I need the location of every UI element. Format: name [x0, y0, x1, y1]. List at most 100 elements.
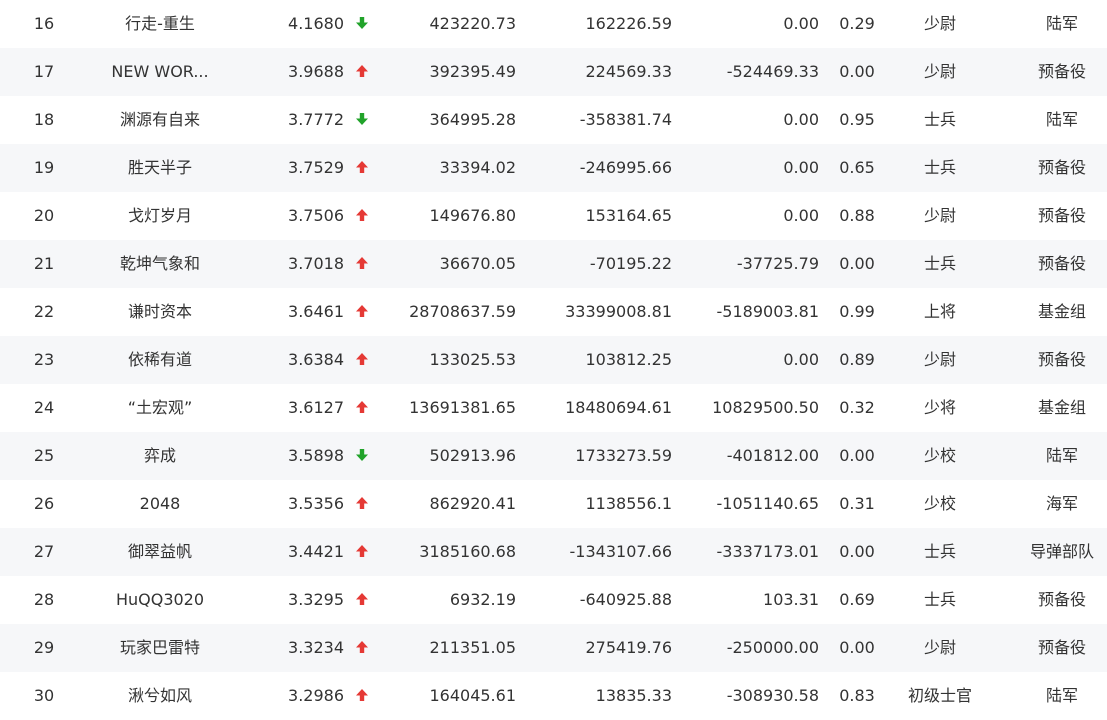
rank-cell: 27: [33, 542, 55, 561]
table-row[interactable]: 25 弈成 3.5898 502913.96 1733273.59 -40181…: [0, 432, 1107, 480]
value-3-cell: -5189003.81: [716, 302, 819, 321]
name-cell[interactable]: NEW WOR...: [100, 48, 220, 96]
value-1-cell: 164045.61: [429, 686, 516, 705]
ranking-table: 16 行走-重生 4.1680 423220.73 162226.59 0.00…: [0, 0, 1107, 720]
ratio-cell: 0.00: [839, 254, 875, 273]
name-cell[interactable]: 行走-重生: [100, 0, 220, 48]
table-row[interactable]: 21 乾坤气象和 3.7018 36670.05 -70195.22 -3772…: [0, 240, 1107, 288]
table-row[interactable]: 18 渊源有自来 3.7772 364995.28 -358381.74 0.0…: [0, 96, 1107, 144]
military-rank-cell: 初级士官: [907, 686, 972, 705]
rank-cell: 17: [33, 62, 55, 81]
name-cell[interactable]: 2048: [100, 480, 220, 528]
table-row[interactable]: 28 HuQQ3020 3.3295 6932.19 -640925.88 10…: [0, 576, 1107, 624]
branch-cell: 陆军: [1045, 446, 1078, 465]
military-rank-cell: 少校: [923, 494, 956, 513]
military-rank-cell: 少尉: [923, 350, 956, 369]
trend-cell: [352, 528, 372, 576]
value-1-cell: 502913.96: [429, 446, 516, 465]
value-1-cell: 392395.49: [429, 62, 516, 81]
rank-cell: 23: [33, 350, 55, 369]
rank-cell: 22: [33, 302, 55, 321]
ratio-cell: 0.00: [839, 542, 875, 561]
ratio-cell: 0.65: [839, 158, 875, 177]
ratio-cell: 0.29: [839, 14, 875, 33]
value-3-cell: 0.00: [783, 350, 819, 369]
table-row[interactable]: 19 胜天半子 3.7529 33394.02 -246995.66 0.00 …: [0, 144, 1107, 192]
table-row[interactable]: 29 玩家巴雷特 3.3234 211351.05 275419.76 -250…: [0, 624, 1107, 672]
value-1-cell: 862920.41: [429, 494, 516, 513]
value-2-cell: -640925.88: [579, 590, 672, 609]
name-cell[interactable]: 渊源有自来: [100, 96, 220, 144]
name-cell[interactable]: 弈成: [100, 432, 220, 480]
trend-cell: [352, 240, 372, 288]
score-cell: 3.7529: [288, 158, 344, 177]
branch-cell: 预备役: [1037, 350, 1086, 369]
rank-cell: 16: [33, 14, 55, 33]
name-cell[interactable]: 戈灯岁月: [100, 192, 220, 240]
table-row[interactable]: 24 “土宏观” 3.6127 13691381.65 18480694.61 …: [0, 384, 1107, 432]
name-cell[interactable]: 湫兮如风: [100, 672, 220, 720]
value-2-cell: -358381.74: [579, 110, 672, 129]
branch-cell: 预备役: [1037, 206, 1086, 225]
trend-cell: [352, 336, 372, 384]
value-1-cell: 364995.28: [429, 110, 516, 129]
table-row[interactable]: 22 谦时资本 3.6461 28708637.59 33399008.81 -…: [0, 288, 1107, 336]
value-2-cell: 153164.65: [585, 206, 672, 225]
score-cell: 3.4421: [288, 542, 344, 561]
value-3-cell: -3337173.01: [716, 542, 819, 561]
name-cell[interactable]: 依稀有道: [100, 336, 220, 384]
value-1-cell: 6932.19: [449, 590, 516, 609]
trend-cell: [352, 192, 372, 240]
value-2-cell: 224569.33: [585, 62, 672, 81]
trend-cell: [352, 48, 372, 96]
table-row[interactable]: 17 NEW WOR... 3.9688 392395.49 224569.33…: [0, 48, 1107, 96]
branch-cell: 基金组: [1037, 302, 1086, 321]
arrow-up-icon: [356, 304, 368, 317]
name-cell[interactable]: 胜天半子: [100, 144, 220, 192]
arrow-up-icon: [356, 400, 368, 413]
arrow-down-icon: [356, 16, 368, 29]
military-rank-cell: 士兵: [923, 590, 956, 609]
value-2-cell: -246995.66: [579, 158, 672, 177]
table-row[interactable]: 30 湫兮如风 3.2986 164045.61 13835.33 -30893…: [0, 672, 1107, 720]
value-3-cell: -401812.00: [726, 446, 819, 465]
value-3-cell: -308930.58: [726, 686, 819, 705]
value-1-cell: 3185160.68: [419, 542, 516, 561]
military-rank-cell: 少尉: [923, 62, 956, 81]
arrow-up-icon: [356, 352, 368, 365]
table-row[interactable]: 16 行走-重生 4.1680 423220.73 162226.59 0.00…: [0, 0, 1107, 48]
name-cell[interactable]: 御翠益帆: [100, 528, 220, 576]
score-cell: 3.9688: [288, 62, 344, 81]
value-2-cell: 162226.59: [585, 14, 672, 33]
score-cell: 3.3295: [288, 590, 344, 609]
value-3-cell: -524469.33: [726, 62, 819, 81]
trend-cell: [352, 624, 372, 672]
name-cell[interactable]: 乾坤气象和: [100, 240, 220, 288]
arrow-up-icon: [356, 640, 368, 653]
name-cell[interactable]: HuQQ3020: [100, 576, 220, 624]
table-row[interactable]: 20 戈灯岁月 3.7506 149676.80 153164.65 0.00 …: [0, 192, 1107, 240]
rank-cell: 26: [33, 494, 55, 513]
branch-cell: 陆军: [1045, 686, 1078, 705]
value-2-cell: 1138556.1: [585, 494, 672, 513]
value-2-cell: 13835.33: [595, 686, 672, 705]
table-row[interactable]: 27 御翠益帆 3.4421 3185160.68 -1343107.66 -3…: [0, 528, 1107, 576]
ratio-cell: 0.83: [839, 686, 875, 705]
arrow-down-icon: [356, 112, 368, 125]
name-cell[interactable]: 玩家巴雷特: [100, 624, 220, 672]
arrow-up-icon: [356, 544, 368, 557]
military-rank-cell: 士兵: [923, 254, 956, 273]
value-2-cell: 18480694.61: [565, 398, 672, 417]
branch-cell: 预备役: [1037, 590, 1086, 609]
score-cell: 3.2986: [288, 686, 344, 705]
table-row[interactable]: 26 2048 3.5356 862920.41 1138556.1 -1051…: [0, 480, 1107, 528]
score-cell: 3.7018: [288, 254, 344, 273]
value-3-cell: -1051140.65: [716, 494, 819, 513]
table-row[interactable]: 23 依稀有道 3.6384 133025.53 103812.25 0.00 …: [0, 336, 1107, 384]
arrow-up-icon: [356, 160, 368, 173]
branch-cell: 预备役: [1037, 158, 1086, 177]
name-cell[interactable]: “土宏观”: [100, 384, 220, 432]
name-cell[interactable]: 谦时资本: [100, 288, 220, 336]
value-2-cell: -70195.22: [589, 254, 672, 273]
value-3-cell: 103.31: [763, 590, 819, 609]
